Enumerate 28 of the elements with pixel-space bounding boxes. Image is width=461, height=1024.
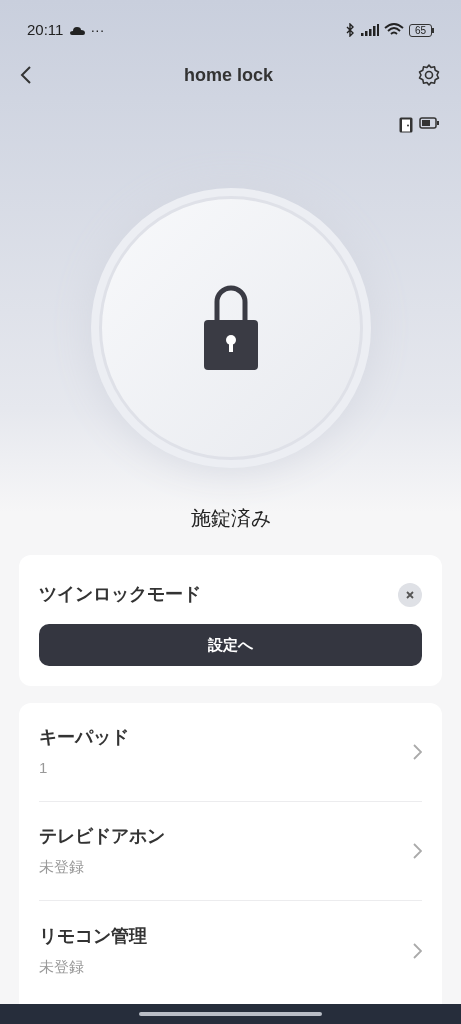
menu-item[interactable]: テレビドアホン 未登録 [39, 802, 422, 901]
page-title: home lock [184, 63, 273, 87]
bluetooth-icon [345, 23, 355, 37]
battery-indicator: 65 [408, 23, 434, 37]
lock-status: 施錠済み [190, 506, 271, 531]
close-button[interactable] [398, 582, 422, 607]
status-time: 20:11 [27, 19, 64, 40]
menu-item-subtitle: 未登録 [39, 956, 85, 977]
chevron-right-icon [413, 843, 422, 859]
menu-item-subtitle: 1 [39, 758, 49, 779]
card-title: ツインロックモード [39, 583, 201, 606]
signal-icon [360, 24, 379, 36]
menu-item-subtitle: 未登録 [39, 857, 85, 878]
menu-item-title: キーパッド [39, 726, 130, 750]
settings-link-button[interactable]: 設定へ [39, 624, 422, 666]
more-notifications: ··· [90, 20, 105, 40]
chevron-right-icon [413, 942, 422, 959]
chevron-right-icon [413, 744, 422, 760]
menu-item-title: テレビドアホン [39, 825, 166, 849]
settings-button[interactable] [417, 63, 441, 87]
door-icon [399, 117, 413, 133]
wifi-icon [383, 23, 404, 37]
menu-item[interactable]: キーパッド 1 [39, 703, 422, 802]
battery-icon [419, 117, 439, 129]
menu-item-title: リモコン管理 [39, 924, 148, 948]
menu-item[interactable]: リモコン管理 未登録 [39, 901, 422, 1000]
cloud-icon [70, 25, 86, 35]
close-icon [405, 589, 415, 600]
